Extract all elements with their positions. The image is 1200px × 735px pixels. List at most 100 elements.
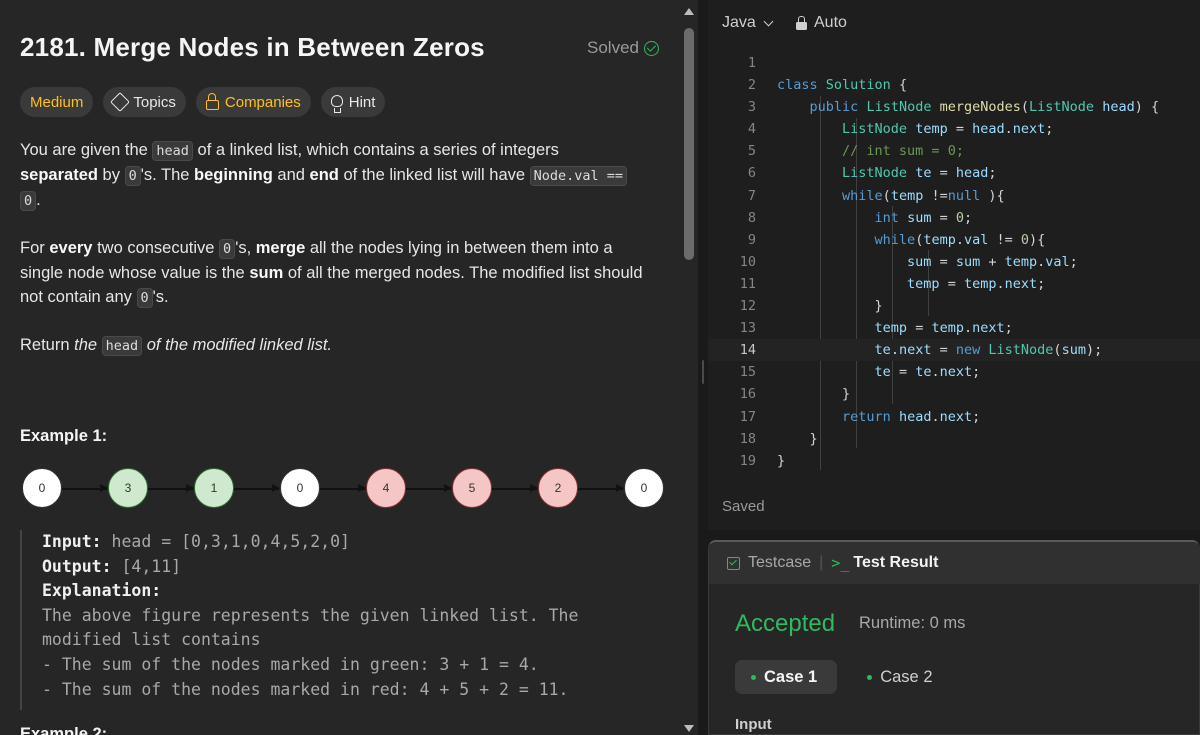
italic-text: of the modified linked list. — [142, 336, 333, 354]
linked-list-figure: 0 3 1 0 4 5 2 0 — [20, 468, 665, 510]
explanation-line: - The sum of the nodes marked in red: 4 … — [42, 679, 569, 699]
text: You are given the — [20, 141, 153, 159]
code-line: 5 // int sum = 0; — [708, 140, 1200, 162]
tab-testcase[interactable]: Testcase — [748, 554, 811, 572]
list-node: 0 — [280, 468, 320, 508]
text: Return — [20, 336, 75, 354]
input-section-label: Input — [735, 716, 772, 733]
bold-text: sum — [249, 264, 284, 282]
code-editor[interactable]: Java Auto 1 2 class Solution { 3 public L… — [708, 0, 1200, 530]
code-line: 9 while(temp.val != 0){ — [708, 229, 1200, 251]
text: of the linked list will have — [338, 166, 530, 184]
list-node: 1 — [194, 468, 234, 508]
case-tabs: Case 1 Case 2 — [735, 660, 953, 694]
runtime-label: Runtime: 0 ms — [859, 614, 966, 632]
description-paragraph-1: You are given the head of a linked list,… — [20, 138, 660, 213]
scroll-down-arrow-icon[interactable] — [684, 725, 694, 732]
node-arrow — [406, 485, 452, 491]
chevron-down-icon — [763, 16, 774, 26]
line-number: 17 — [739, 408, 756, 425]
problem-title: 2181. Merge Nodes in Between Zeros — [20, 32, 485, 62]
bold-text: merge — [255, 239, 306, 257]
description-panel: 2181. Merge Nodes in Between Zeros Solve… — [0, 0, 680, 735]
description-paragraph-3: Return the head of the modified linked l… — [20, 333, 660, 358]
example-1-title: Example 1: — [20, 427, 108, 445]
code-line: 12 } — [708, 295, 1200, 317]
text: For — [20, 239, 50, 257]
code-head: head — [152, 141, 193, 161]
checkbox-icon — [727, 556, 740, 570]
tab-separator: | — [819, 554, 824, 571]
companies-button[interactable]: Companies — [195, 87, 311, 117]
explanation-line: - The sum of the nodes marked in green: … — [42, 654, 539, 674]
code-line-current: 14 te.next = new ListNode(sum); — [708, 339, 1200, 362]
line-number: 5 — [747, 143, 756, 160]
verdict-label: Accepted — [735, 610, 836, 637]
lightbulb-icon — [330, 94, 343, 113]
description-paragraph-2: For every two consecutive 0's, merge all… — [20, 236, 660, 310]
bold-text: every — [49, 239, 93, 257]
topics-button[interactable]: Topics — [103, 87, 186, 117]
solved-label: Solved — [587, 38, 639, 57]
text: 's. — [152, 288, 169, 306]
code-line: 4 ListNode temp = head.next; — [708, 118, 1200, 140]
hint-label: Hint — [348, 93, 376, 111]
language-select[interactable]: Java — [722, 14, 774, 32]
node-arrow — [62, 485, 108, 491]
code-line: 11 temp = temp.next; — [708, 273, 1200, 295]
language-label: Java — [722, 14, 756, 31]
text: of a linked list, which contains a serie… — [192, 141, 559, 159]
code-line: 13 temp = temp.next; — [708, 317, 1200, 339]
explanation-label: Explanation: — [42, 581, 162, 601]
scroll-up-arrow-icon[interactable] — [684, 8, 694, 15]
line-number: 16 — [739, 386, 756, 403]
text: two consecutive — [92, 239, 220, 257]
text: and — [272, 166, 310, 184]
text: 's, — [235, 239, 256, 257]
topics-label: Topics — [133, 93, 176, 111]
bold-text: beginning — [194, 166, 273, 184]
scrollbar-thumb[interactable] — [684, 28, 694, 260]
list-node: 5 — [452, 468, 492, 508]
code-line: 3 public ListNode mergeNodes(ListNode he… — [708, 96, 1200, 118]
code-line: 2 class Solution { — [708, 74, 1200, 96]
code-zero: 0 — [219, 239, 236, 259]
case-1-button[interactable]: Case 1 — [735, 660, 838, 694]
difficulty-badge: Medium — [20, 87, 94, 117]
tab-test-result[interactable]: Test Result — [853, 554, 938, 572]
text: 's. The — [140, 166, 195, 184]
tag-row: Medium Topics Companies Hint — [20, 87, 386, 117]
bold-text: end — [309, 166, 339, 184]
auto-mode-toggle[interactable]: Auto — [796, 14, 847, 32]
example-2-title: Example 2: — [20, 725, 108, 735]
code-zero: 0 — [124, 166, 141, 186]
code-node-val: Node.val == — [529, 166, 628, 186]
list-node: 0 — [624, 468, 664, 508]
case-label: Case 2 — [880, 667, 933, 686]
hint-button[interactable]: Hint — [320, 87, 386, 117]
line-number: 18 — [739, 430, 756, 447]
line-number: 11 — [739, 275, 756, 292]
lock-icon — [205, 92, 219, 110]
line-number: 1 — [747, 55, 756, 71]
explanation-line: modified list contains — [42, 630, 261, 650]
case-2-button[interactable]: Case 2 — [851, 660, 952, 694]
pass-dot-icon — [751, 674, 756, 680]
editor-toolbar: Java Auto — [708, 0, 1200, 46]
explanation-line: The above figure represents the given li… — [42, 605, 579, 625]
text: . — [36, 191, 41, 209]
save-status: Saved — [722, 498, 765, 515]
line-number: 9 — [747, 231, 756, 248]
line-number: 14 — [739, 342, 756, 359]
output-value: [4,11] — [121, 556, 182, 576]
code-zero: 0 — [20, 191, 37, 211]
code-line: 1 — [708, 52, 1200, 74]
tag-icon — [110, 92, 131, 112]
example-1-block: Input: head = [0,3,1,0,4,5,2,0] Output: … — [20, 530, 670, 710]
code-zero: 0 — [136, 288, 153, 308]
resize-grip[interactable] — [702, 360, 704, 384]
code-line: 16 } — [708, 383, 1200, 405]
input-label: Input: — [42, 532, 102, 551]
code-lines[interactable]: 1 2 class Solution { 3 public ListNode me… — [708, 52, 1200, 472]
line-number: 13 — [739, 320, 756, 337]
